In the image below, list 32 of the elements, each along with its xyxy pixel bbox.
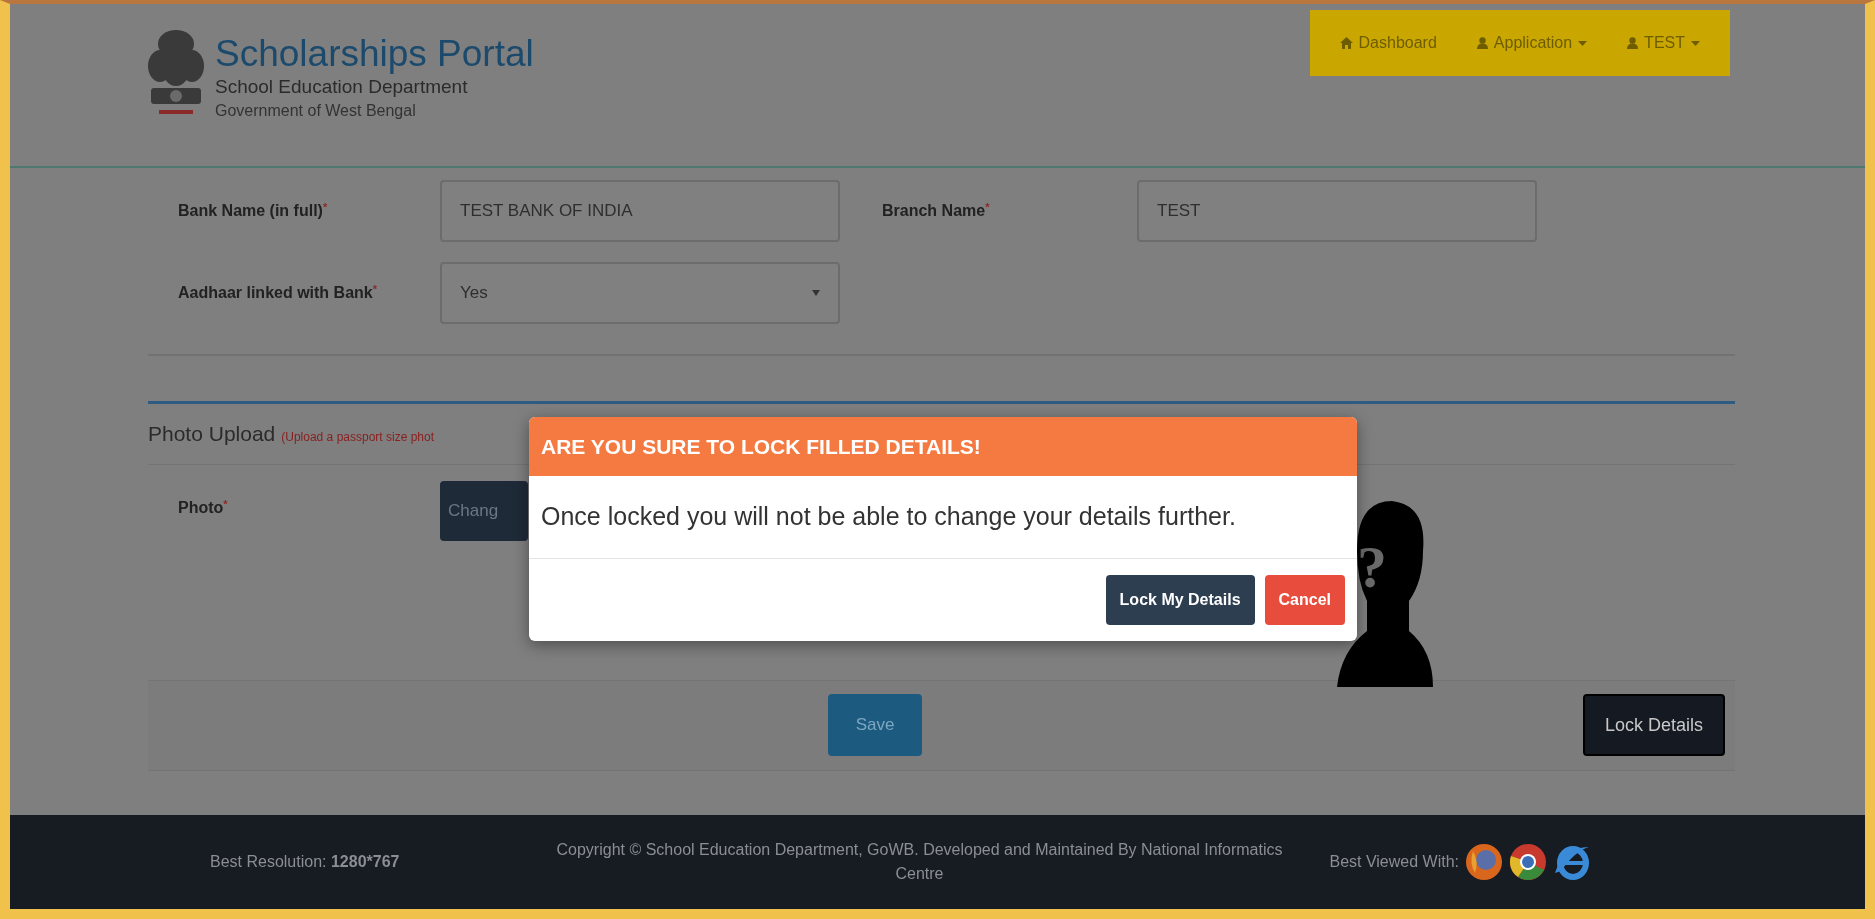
site-title: Scholarships Portal [215,34,534,75]
lock-button[interactable]: Lock My Details [1105,574,1255,625]
dialog-title: ARE YOU SURE TO LOCK FILLED DETAILS! [541,433,981,460]
user-icon [1627,37,1639,49]
field-label: Photo* [178,496,228,518]
user-icon [1476,37,1488,49]
browser-icon [1553,843,1591,881]
nav-link[interactable]: Application [1456,23,1608,63]
text-field[interactable]: TEST BANK OF INDIA [440,180,840,242]
cancel-button[interactable]: Cancel [1264,574,1345,625]
viewed-with-label: Best Viewed With: [1329,852,1459,872]
field-label: Aadhaar linked with Bank* [178,281,378,303]
save-button[interactable]: Save [828,694,922,756]
caret-icon [812,290,820,296]
field-label: Branch Name* [882,199,991,221]
section-title: Photo Upload [148,421,276,447]
dialog-message: Once locked you will not be able to change your details further. [529,476,1357,559]
home-icon [1339,37,1353,49]
field-label: Bank Name (in full)* [178,199,329,221]
copyright-text: Copyright © School Education Department, GoWB. Developed and Maintained By National Informatics Centre [555,840,1284,884]
browser-icon [1465,843,1503,881]
select-field[interactable]: Yes [440,262,840,324]
text-field[interactable]: TEST [1137,180,1537,242]
change-photo-button[interactable]: Chang [440,480,528,541]
upload-hint: (Upload a passport size phot [281,429,435,446]
department-name: School Education Department [215,74,469,99]
nav-link[interactable]: TEST [1607,23,1720,63]
resolution-note: Best Resolution: 1280*767 [210,852,400,872]
government-name: Government of West Bengal [215,101,417,122]
nav-link[interactable]: Dashboard [1319,23,1457,63]
lock-details-button[interactable]: Lock Details [1582,694,1725,756]
browser-icon [1509,843,1547,881]
